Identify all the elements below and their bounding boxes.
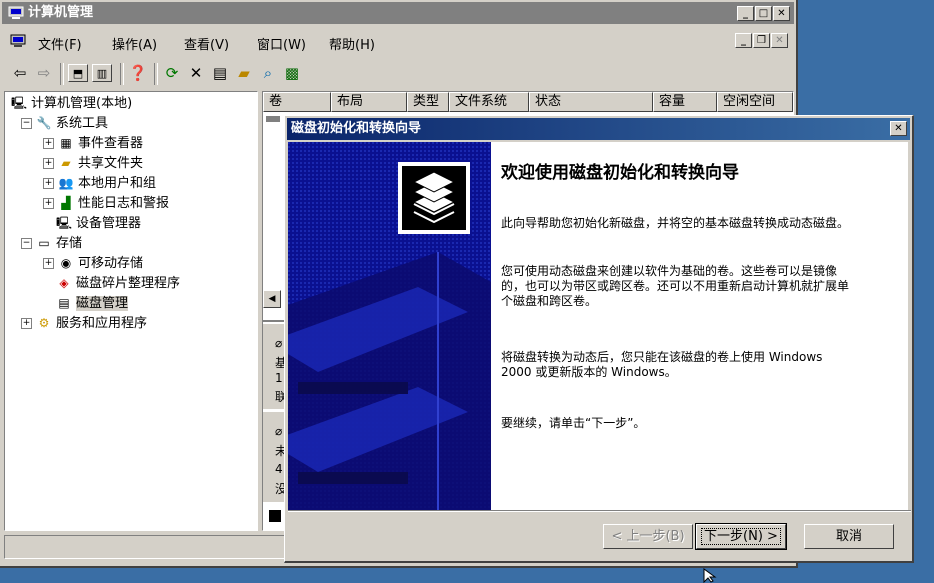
column-header-capacity[interactable]: 容量 — [653, 92, 717, 112]
minimize-button[interactable]: _ — [737, 6, 754, 21]
tree-item-device-manager[interactable]: 🖳 设备管理器 — [56, 215, 141, 233]
wizard-content: 欢迎使用磁盘初始化和转换向导 此向导帮助您初始化新磁盘，并将空的基本磁盘转换成动… — [491, 142, 908, 510]
removable-storage-icon: ◉ — [60, 256, 72, 270]
column-header-layout[interactable]: 布局 — [331, 92, 407, 112]
wizard-paragraph-2: 您可使用动态磁盘来创建以软件为基础的卷。这些卷可以是镜像的，也可以为带区或跨区卷… — [501, 264, 850, 308]
back-arrow-icon[interactable]: ⇦ — [10, 64, 30, 82]
mdi-close-button[interactable]: ✕ — [771, 33, 788, 48]
column-header-volume[interactable]: 卷 — [263, 92, 331, 112]
delete-icon[interactable]: ✕ — [186, 64, 206, 82]
performance-icon: ▟ — [61, 196, 71, 210]
tree-item-local-users[interactable]: + 👥 本地用户和组 — [43, 175, 156, 193]
disk-1-label[interactable]: ⌀ 未 4 没 — [263, 412, 287, 502]
maximize-button[interactable]: □ — [755, 6, 772, 21]
expand-icon[interactable]: + — [21, 318, 32, 329]
properties-icon[interactable]: ▤ — [210, 64, 230, 82]
storage-icon: ▭ — [38, 236, 50, 250]
expand-icon[interactable]: + — [43, 158, 54, 169]
computer-icon — [8, 6, 24, 28]
tree-item-shared-folders[interactable]: + ▰ 共享文件夹 — [43, 155, 143, 173]
scroll-left-button[interactable]: ◀ — [263, 290, 281, 308]
refresh-icon[interactable]: ⟳ — [162, 64, 182, 82]
forward-arrow-icon[interactable]: ⇨ — [34, 64, 54, 82]
tree-item-system-tools[interactable]: − 🔧 系统工具 — [21, 115, 108, 133]
menu-view[interactable]: 查看(V) — [184, 34, 229, 53]
expand-icon[interactable]: + — [43, 178, 54, 189]
tree-item-performance-logs[interactable]: + ▟ 性能日志和警报 — [43, 195, 169, 213]
defrag-icon: ◈ — [59, 276, 69, 290]
open-folder-icon[interactable]: ▰ — [234, 64, 254, 82]
expand-icon[interactable]: + — [43, 138, 54, 149]
event-viewer-icon: ▦ — [60, 136, 72, 150]
main-title-bar[interactable]: 计算机管理 _ □ ✕ — [2, 2, 794, 24]
column-header-free-space[interactable]: 空闲空间 — [717, 92, 793, 112]
services-icon: ⚙ — [38, 316, 50, 330]
back-button[interactable]: < 上一步(B) — [603, 524, 693, 549]
show-hide-tree-icon[interactable]: ▥ — [92, 64, 112, 82]
toolbar: ⇦ ⇨ ⬒ ▥ ❓ ⟳ ✕ ▤ ▰ ⌕ ▩ — [4, 58, 792, 88]
tree-item-storage[interactable]: − ▭ 存储 — [21, 235, 82, 253]
menu-file[interactable]: 文件(F) — [38, 34, 82, 53]
column-header-status[interactable]: 状态 — [529, 92, 653, 112]
next-button[interactable]: 下一步(N) > — [695, 523, 787, 550]
disk-management-icon: ▤ — [58, 296, 70, 310]
console-tree: 🖳 计算机管理(本地) − 🔧 系统工具 + ▦ 事件查看器 + ▰ 共享文件夹 + 👥 本地用户… — [4, 91, 258, 531]
users-icon: 👥 — [58, 176, 74, 190]
wizard-paragraph-1: 此向导帮助您初始化新磁盘，并将空的基本磁盘转换成动态磁盘。 — [501, 216, 850, 230]
help-icon[interactable]: ❓ — [128, 64, 148, 82]
disk-0-label[interactable]: ⌀ 基 1! 联 — [263, 324, 287, 409]
tools-icon: 🔧 — [36, 116, 52, 130]
collapse-icon[interactable]: − — [21, 118, 32, 129]
disk-settings-icon[interactable]: ▩ — [282, 64, 302, 82]
mdi-minimize-button[interactable]: _ — [735, 33, 752, 48]
column-header-type[interactable]: 类型 — [407, 92, 449, 112]
wizard-paragraph-3: 将磁盘转换为动态后，您只能在该磁盘的卷上使用 Windows 2000 或更新版… — [501, 350, 823, 379]
wizard-title: 磁盘初始化和转换向导 — [291, 121, 422, 136]
tree-item-disk-management[interactable]: ▤ 磁盘管理 — [56, 295, 129, 313]
computer-icon[interactable] — [10, 34, 26, 51]
disk-icon: ⌀ — [275, 336, 283, 350]
wizard-separator — [288, 510, 911, 512]
menu-window[interactable]: 窗口(W) — [257, 34, 306, 53]
column-header-filesystem[interactable]: 文件系统 — [449, 92, 529, 112]
device-manager-icon: 🖳 — [56, 216, 73, 230]
wizard-close-button[interactable]: ✕ — [890, 121, 907, 136]
close-button[interactable]: ✕ — [773, 6, 790, 21]
collapse-icon[interactable]: − — [21, 238, 32, 249]
main-window-title: 计算机管理 — [28, 5, 94, 20]
mouse-cursor-icon — [703, 568, 717, 583]
tree-item-disk-defragmenter[interactable]: ◈ 磁盘碎片整理程序 — [56, 275, 180, 293]
legend-unallocated-swatch — [269, 510, 281, 522]
mdi-restore-button[interactable]: ❐ — [753, 33, 770, 48]
wizard-side-graphic — [288, 142, 491, 510]
wizard-paragraph-4: 要继续，请单击“下一步”。 — [501, 416, 646, 430]
wizard-heading: 欢迎使用磁盘初始化和转换向导 — [501, 163, 739, 183]
expand-icon[interactable]: + — [43, 198, 54, 209]
tree-item-removable-storage[interactable]: + ◉ 可移动存储 — [43, 255, 143, 273]
up-folder-icon[interactable]: ⬒ — [68, 64, 88, 82]
cancel-button[interactable]: 取消 — [804, 524, 894, 549]
disk-wizard-dialog: 磁盘初始化和转换向导 ✕ 欢迎使用磁盘初始化和转换向导 此向导帮助您初始化新磁盘… — [284, 115, 914, 563]
computer-icon: 🖳 — [11, 96, 28, 110]
tree-item-event-viewer[interactable]: + ▦ 事件查看器 — [43, 135, 143, 153]
wizard-title-bar[interactable]: 磁盘初始化和转换向导 ✕ — [287, 118, 910, 140]
tree-item-computer-management[interactable]: 🖳 计算机管理(本地) — [11, 95, 132, 113]
disk-icon: ⌀ — [275, 424, 283, 438]
volume-icon — [266, 116, 280, 122]
shared-folder-icon: ▰ — [61, 156, 71, 170]
menu-action[interactable]: 操作(A) — [112, 34, 157, 53]
menu-bar: 文件(F) 操作(A) 查看(V) 窗口(W) 帮助(H) _ ❐ ✕ — [4, 29, 792, 55]
menu-help[interactable]: 帮助(H) — [329, 34, 375, 53]
search-icon[interactable]: ⌕ — [258, 64, 278, 82]
tree-item-services-applications[interactable]: + ⚙ 服务和应用程序 — [21, 315, 147, 333]
expand-icon[interactable]: + — [43, 258, 54, 269]
